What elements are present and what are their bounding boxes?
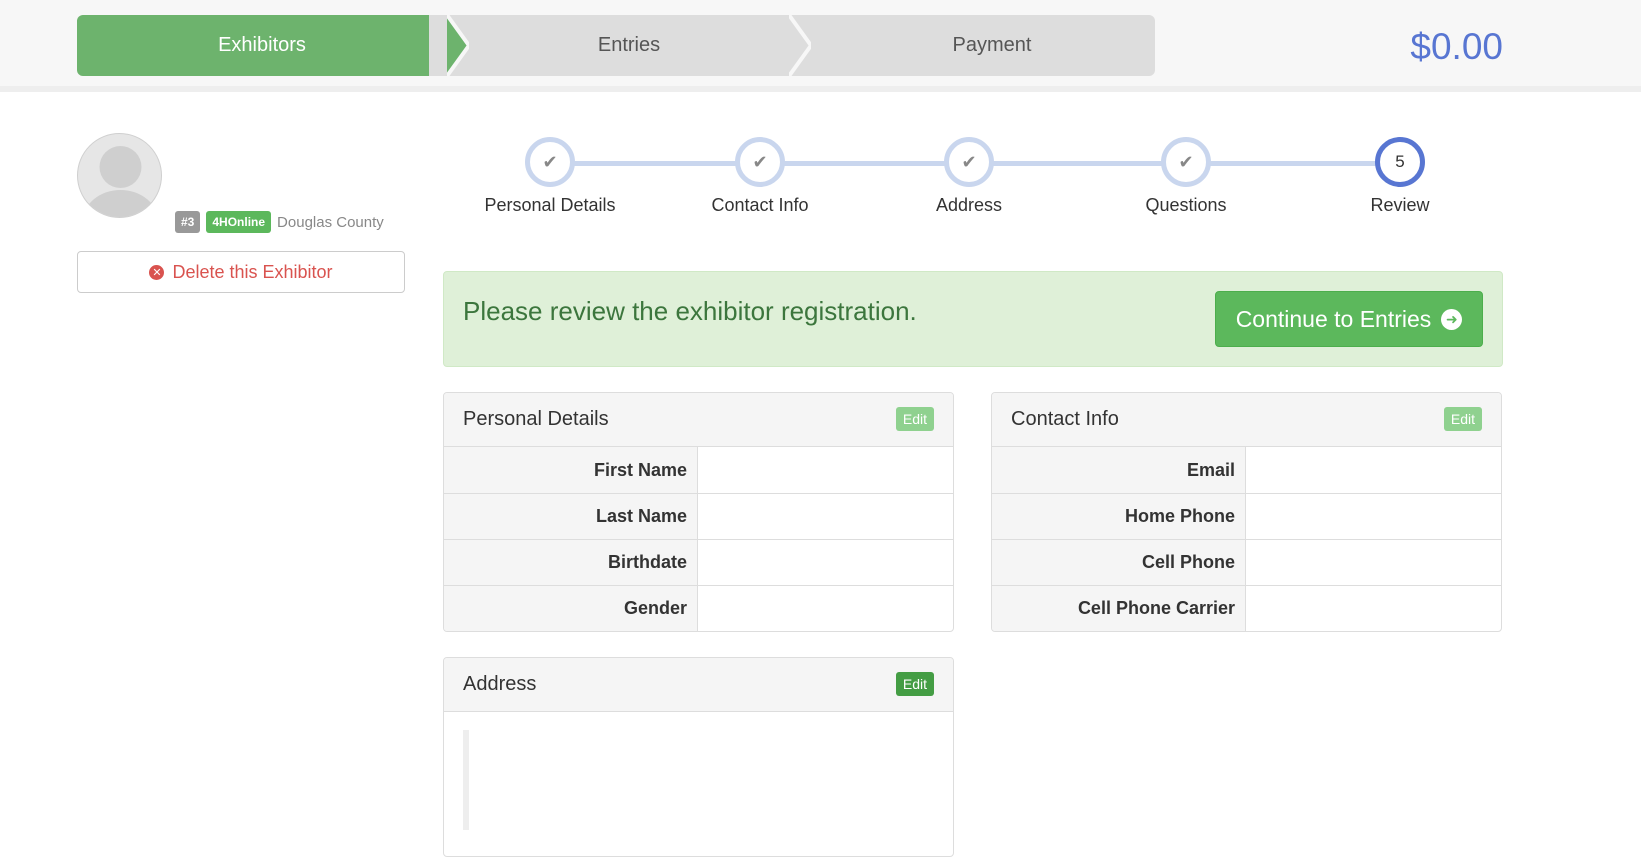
wizard-step-exhibitors[interactable]: Exhibitors bbox=[77, 15, 469, 76]
edit-personal-details-button[interactable]: Edit bbox=[895, 407, 934, 431]
check-icon: ✔ bbox=[1161, 137, 1211, 187]
panel-header: Contact Info Edit bbox=[992, 393, 1501, 447]
county-label: Douglas County bbox=[277, 213, 384, 231]
stepper-step-review[interactable]: 5 Review bbox=[1320, 137, 1480, 216]
address-blockquote bbox=[463, 730, 469, 830]
field-value bbox=[698, 447, 953, 493]
field-value bbox=[1246, 586, 1501, 631]
stepper-step-address[interactable]: ✔ Address bbox=[889, 137, 1049, 216]
wizard-step-entries[interactable]: Entries bbox=[429, 15, 811, 76]
field-label: Home Phone bbox=[992, 494, 1246, 539]
exhibitor-number-badge: #3 bbox=[175, 211, 201, 233]
field-label: Cell Phone Carrier bbox=[992, 586, 1246, 631]
field-value bbox=[698, 586, 953, 631]
order-total: $0.00 bbox=[1410, 26, 1503, 67]
check-icon: ✔ bbox=[735, 137, 785, 187]
field-label: Email bbox=[992, 447, 1246, 493]
check-icon: ✔ bbox=[944, 137, 994, 187]
edit-address-button[interactable]: Edit bbox=[895, 672, 934, 696]
source-badge: 4HOnline bbox=[206, 211, 272, 233]
close-circle-icon: ✕ bbox=[149, 264, 165, 280]
table-row: Cell Phone bbox=[992, 539, 1501, 585]
personal-details-panel: Personal Details Edit First Name Last Na… bbox=[443, 392, 954, 632]
avatar bbox=[77, 133, 162, 218]
table-row: Birthdate bbox=[444, 539, 953, 585]
field-label: Gender bbox=[444, 586, 698, 631]
panel-header: Address Edit bbox=[444, 658, 953, 712]
table-row: First Name bbox=[444, 447, 953, 493]
delete-exhibitor-button[interactable]: ✕ Delete this Exhibitor bbox=[77, 251, 405, 293]
edit-contact-info-button[interactable]: Edit bbox=[1443, 407, 1482, 431]
panel-header: Personal Details Edit bbox=[444, 393, 953, 447]
table-row: Home Phone bbox=[992, 493, 1501, 539]
stepper-step-questions[interactable]: ✔ Questions bbox=[1106, 137, 1266, 216]
stepper-step-label: Personal Details bbox=[484, 195, 616, 215]
table-row: Last Name bbox=[444, 493, 953, 539]
panel-title: Contact Info bbox=[1011, 408, 1119, 430]
stepper-step-personal-details[interactable]: ✔ Personal Details bbox=[470, 137, 630, 216]
table-row: Cell Phone Carrier bbox=[992, 585, 1501, 631]
review-alert: Please review the exhibitor registration… bbox=[443, 271, 1503, 367]
field-value bbox=[1246, 447, 1501, 493]
panel-title: Personal Details bbox=[463, 408, 609, 430]
registration-stepper: ✔ Personal Details ✔ Contact Info ✔ Addr… bbox=[443, 137, 1503, 227]
table-row: Email bbox=[992, 447, 1501, 493]
wizard-step-label: Entries bbox=[597, 34, 661, 56]
wizard-steps: Exhibitors Entries Payment bbox=[77, 15, 1155, 76]
table-row: Gender bbox=[444, 585, 953, 631]
stepper-step-label: Review bbox=[1370, 195, 1430, 215]
field-value bbox=[1246, 494, 1501, 539]
field-label: First Name bbox=[444, 447, 698, 493]
address-panel: Address Edit bbox=[443, 657, 954, 857]
field-label: Cell Phone bbox=[992, 540, 1246, 585]
user-icon bbox=[82, 146, 159, 217]
field-label: Last Name bbox=[444, 494, 698, 539]
continue-to-entries-button[interactable]: Continue to Entries ➜ bbox=[1215, 291, 1483, 347]
check-icon: ✔ bbox=[525, 137, 575, 187]
exhibitor-badges: #3 4HOnline Douglas County bbox=[175, 211, 384, 233]
stepper-step-label: Questions bbox=[1145, 195, 1227, 215]
continue-label: Continue to Entries bbox=[1235, 305, 1432, 332]
review-message: Please review the exhibitor registration… bbox=[463, 296, 917, 326]
wizard-step-payment[interactable]: Payment bbox=[789, 15, 1155, 76]
arrow-right-circle-icon: ➜ bbox=[1441, 308, 1463, 330]
personal-details-table: First Name Last Name Birthdate Gender bbox=[444, 447, 953, 631]
field-value bbox=[698, 540, 953, 585]
stepper-step-label: Contact Info bbox=[711, 195, 809, 215]
contact-info-table: Email Home Phone Cell Phone Cell Phone C… bbox=[992, 447, 1501, 631]
address-body bbox=[444, 712, 953, 856]
stepper-step-label: Address bbox=[935, 195, 1003, 215]
delete-exhibitor-label: Delete this Exhibitor bbox=[172, 261, 333, 282]
panel-title: Address bbox=[463, 673, 537, 695]
wizard-step-label: Exhibitors bbox=[218, 34, 306, 56]
contact-info-panel: Contact Info Edit Email Home Phone Cell … bbox=[991, 392, 1502, 632]
field-value bbox=[1246, 540, 1501, 585]
chevron-right-icon bbox=[789, 15, 811, 76]
stepper-step-contact-info[interactable]: ✔ Contact Info bbox=[680, 137, 840, 216]
chevron-right-icon bbox=[447, 15, 469, 76]
step-number: 5 bbox=[1375, 137, 1425, 187]
field-value bbox=[698, 494, 953, 539]
field-label: Birthdate bbox=[444, 540, 698, 585]
wizard-step-label: Payment bbox=[952, 34, 1032, 56]
wizard-bar: Exhibitors Entries Payment $0.00 bbox=[0, 0, 1641, 92]
